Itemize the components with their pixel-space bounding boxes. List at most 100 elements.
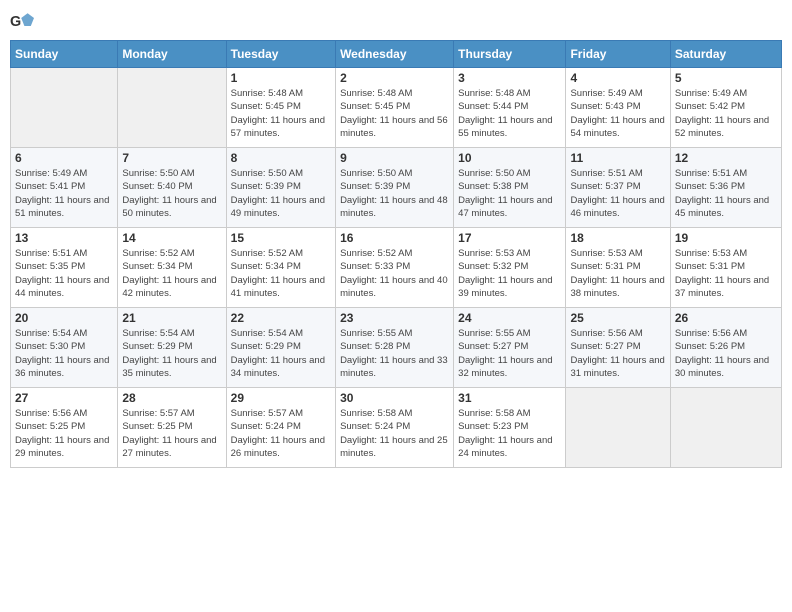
calendar-week-row: 27 Sunrise: 5:56 AMSunset: 5:25 PMDayligh…: [11, 388, 782, 468]
calendar-cell: 22 Sunrise: 5:54 AMSunset: 5:29 PMDayligh…: [226, 308, 335, 388]
day-info: Sunrise: 5:50 AMSunset: 5:38 PMDaylight:…: [458, 167, 561, 220]
calendar-cell: 14 Sunrise: 5:52 AMSunset: 5:34 PMDayligh…: [118, 228, 226, 308]
day-number: 27: [15, 391, 113, 405]
day-info: Sunrise: 5:56 AMSunset: 5:25 PMDaylight:…: [15, 407, 113, 460]
calendar-cell: 18Sunrise: 5:53 AMSunset: 5:31 PMDayligh…: [566, 228, 670, 308]
weekday-header-saturday: Saturday: [670, 41, 781, 68]
calendar-cell: 19 Sunrise: 5:53 AMSunset: 5:31 PMDayligh…: [670, 228, 781, 308]
logo: G: [10, 10, 36, 34]
calendar-cell: 24 Sunrise: 5:55 AMSunset: 5:27 PMDayligh…: [454, 308, 566, 388]
day-number: 22: [231, 311, 331, 325]
svg-text:G: G: [10, 14, 21, 30]
calendar-week-row: 6 Sunrise: 5:49 AMSunset: 5:41 PMDaylight…: [11, 148, 782, 228]
day-number: 29: [231, 391, 331, 405]
day-number: 4: [570, 71, 665, 85]
calendar-cell: 10 Sunrise: 5:50 AMSunset: 5:38 PMDayligh…: [454, 148, 566, 228]
calendar-cell: 21 Sunrise: 5:54 AMSunset: 5:29 PMDayligh…: [118, 308, 226, 388]
day-number: 30: [340, 391, 449, 405]
calendar-cell: 9Sunrise: 5:50 AMSunset: 5:39 PMDaylight…: [336, 148, 454, 228]
day-number: 7: [122, 151, 221, 165]
day-number: 16: [340, 231, 449, 245]
weekday-header-monday: Monday: [118, 41, 226, 68]
calendar-cell: 8 Sunrise: 5:50 AMSunset: 5:39 PMDaylight…: [226, 148, 335, 228]
calendar-cell: 12 Sunrise: 5:51 AMSunset: 5:36 PMDayligh…: [670, 148, 781, 228]
day-number: 14: [122, 231, 221, 245]
day-number: 23: [340, 311, 449, 325]
day-number: 11: [570, 151, 665, 165]
day-info: Sunrise: 5:51 AMSunset: 5:35 PMDaylight:…: [15, 247, 113, 300]
day-info: Sunrise: 5:58 AMSunset: 5:24 PMDaylight:…: [340, 407, 449, 460]
day-info: Sunrise: 5:51 AMSunset: 5:36 PMDaylight:…: [675, 167, 777, 220]
calendar-cell: 28Sunrise: 5:57 AMSunset: 5:25 PMDayligh…: [118, 388, 226, 468]
day-info: Sunrise: 5:50 AMSunset: 5:39 PMDaylight:…: [231, 167, 331, 220]
day-info: Sunrise: 5:52 AMSunset: 5:34 PMDaylight:…: [231, 247, 331, 300]
header: G: [10, 10, 782, 34]
weekday-header-row: SundayMondayTuesdayWednesdayThursdayFrid…: [11, 41, 782, 68]
calendar-cell: 13Sunrise: 5:51 AMSunset: 5:35 PMDayligh…: [11, 228, 118, 308]
calendar-cell: [11, 68, 118, 148]
calendar-week-row: 20 Sunrise: 5:54 AMSunset: 5:30 PMDayligh…: [11, 308, 782, 388]
day-info: Sunrise: 5:53 AMSunset: 5:31 PMDaylight:…: [675, 247, 777, 300]
calendar-cell: 6 Sunrise: 5:49 AMSunset: 5:41 PMDaylight…: [11, 148, 118, 228]
day-number: 5: [675, 71, 777, 85]
calendar-cell: 17Sunrise: 5:53 AMSunset: 5:32 PMDayligh…: [454, 228, 566, 308]
day-info: Sunrise: 5:51 AMSunset: 5:37 PMDaylight:…: [570, 167, 665, 220]
weekday-header-tuesday: Tuesday: [226, 41, 335, 68]
calendar-cell: [118, 68, 226, 148]
calendar-cell: 11 Sunrise: 5:51 AMSunset: 5:37 PMDayligh…: [566, 148, 670, 228]
day-info: Sunrise: 5:56 AMSunset: 5:27 PMDaylight:…: [570, 327, 665, 380]
calendar-cell: 25Sunrise: 5:56 AMSunset: 5:27 PMDayligh…: [566, 308, 670, 388]
day-info: Sunrise: 5:54 AMSunset: 5:29 PMDaylight:…: [122, 327, 221, 380]
calendar-table: SundayMondayTuesdayWednesdayThursdayFrid…: [10, 40, 782, 468]
day-number: 31: [458, 391, 561, 405]
day-number: 8: [231, 151, 331, 165]
calendar-cell: 3 Sunrise: 5:48 AMSunset: 5:44 PMDaylight…: [454, 68, 566, 148]
day-info: Sunrise: 5:48 AMSunset: 5:45 PMDaylight:…: [340, 87, 449, 140]
day-number: 26: [675, 311, 777, 325]
calendar-cell: 15Sunrise: 5:52 AMSunset: 5:34 PMDayligh…: [226, 228, 335, 308]
calendar-week-row: 13Sunrise: 5:51 AMSunset: 5:35 PMDayligh…: [11, 228, 782, 308]
weekday-header-sunday: Sunday: [11, 41, 118, 68]
day-info: Sunrise: 5:48 AMSunset: 5:44 PMDaylight:…: [458, 87, 561, 140]
day-number: 3: [458, 71, 561, 85]
calendar-cell: 1 Sunrise: 5:48 AMSunset: 5:45 PMDaylight…: [226, 68, 335, 148]
day-number: 19: [675, 231, 777, 245]
calendar-cell: 31 Sunrise: 5:58 AMSunset: 5:23 PMDayligh…: [454, 388, 566, 468]
day-number: 10: [458, 151, 561, 165]
day-info: Sunrise: 5:49 AMSunset: 5:42 PMDaylight:…: [675, 87, 777, 140]
day-info: Sunrise: 5:49 AMSunset: 5:41 PMDaylight:…: [15, 167, 113, 220]
day-number: 21: [122, 311, 221, 325]
logo-icon: G: [10, 10, 34, 34]
day-info: Sunrise: 5:52 AMSunset: 5:34 PMDaylight:…: [122, 247, 221, 300]
day-info: Sunrise: 5:57 AMSunset: 5:25 PMDaylight:…: [122, 407, 221, 460]
calendar-cell: 4 Sunrise: 5:49 AMSunset: 5:43 PMDaylight…: [566, 68, 670, 148]
day-number: 6: [15, 151, 113, 165]
calendar-week-row: 1 Sunrise: 5:48 AMSunset: 5:45 PMDaylight…: [11, 68, 782, 148]
day-number: 12: [675, 151, 777, 165]
day-number: 24: [458, 311, 561, 325]
day-number: 20: [15, 311, 113, 325]
weekday-header-wednesday: Wednesday: [336, 41, 454, 68]
day-info: Sunrise: 5:58 AMSunset: 5:23 PMDaylight:…: [458, 407, 561, 460]
day-number: 1: [231, 71, 331, 85]
calendar-cell: 2 Sunrise: 5:48 AMSunset: 5:45 PMDaylight…: [336, 68, 454, 148]
day-info: Sunrise: 5:57 AMSunset: 5:24 PMDaylight:…: [231, 407, 331, 460]
calendar-cell: 23 Sunrise: 5:55 AMSunset: 5:28 PMDayligh…: [336, 308, 454, 388]
calendar-cell: [566, 388, 670, 468]
day-number: 9: [340, 151, 449, 165]
calendar-cell: 20 Sunrise: 5:54 AMSunset: 5:30 PMDayligh…: [11, 308, 118, 388]
day-number: 2: [340, 71, 449, 85]
day-info: Sunrise: 5:53 AMSunset: 5:32 PMDaylight:…: [458, 247, 561, 300]
day-info: Sunrise: 5:50 AMSunset: 5:40 PMDaylight:…: [122, 167, 221, 220]
day-info: Sunrise: 5:56 AMSunset: 5:26 PMDaylight:…: [675, 327, 777, 380]
day-info: Sunrise: 5:55 AMSunset: 5:27 PMDaylight:…: [458, 327, 561, 380]
day-info: Sunrise: 5:48 AMSunset: 5:45 PMDaylight:…: [231, 87, 331, 140]
calendar-header: SundayMondayTuesdayWednesdayThursdayFrid…: [11, 41, 782, 68]
day-info: Sunrise: 5:53 AMSunset: 5:31 PMDaylight:…: [570, 247, 665, 300]
day-info: Sunrise: 5:49 AMSunset: 5:43 PMDaylight:…: [570, 87, 665, 140]
day-info: Sunrise: 5:54 AMSunset: 5:30 PMDaylight:…: [15, 327, 113, 380]
day-info: Sunrise: 5:54 AMSunset: 5:29 PMDaylight:…: [231, 327, 331, 380]
calendar-body: 1 Sunrise: 5:48 AMSunset: 5:45 PMDaylight…: [11, 68, 782, 468]
calendar-cell: 26 Sunrise: 5:56 AMSunset: 5:26 PMDayligh…: [670, 308, 781, 388]
day-info: Sunrise: 5:55 AMSunset: 5:28 PMDaylight:…: [340, 327, 449, 380]
